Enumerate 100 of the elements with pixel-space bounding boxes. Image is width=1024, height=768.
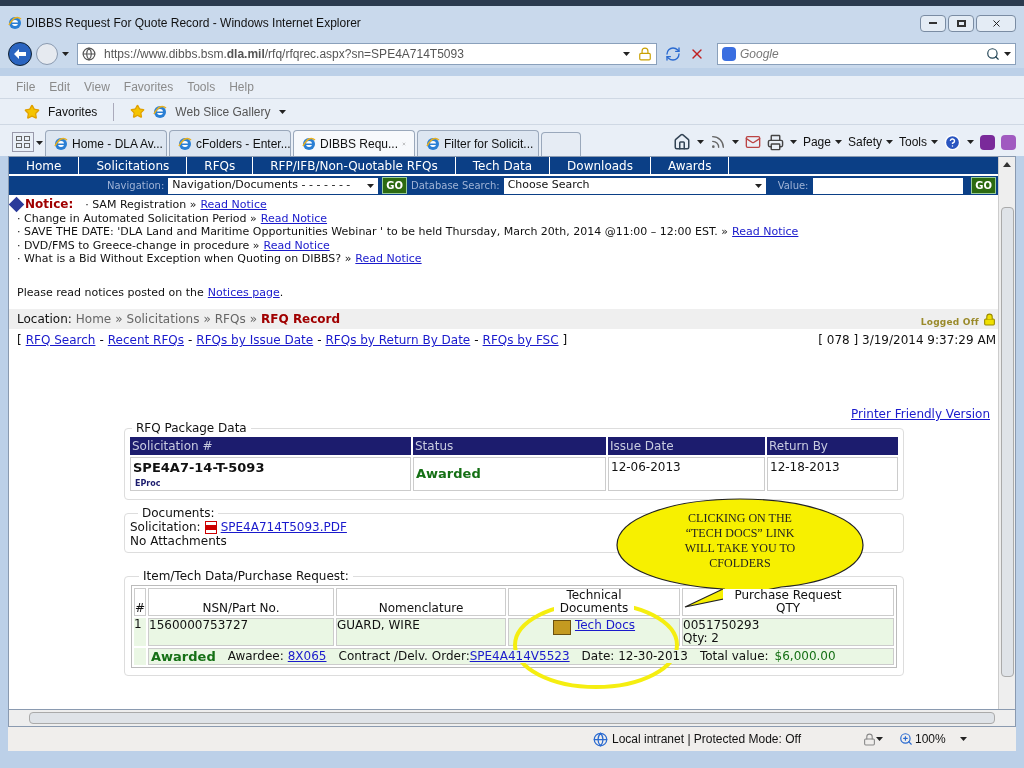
site-nav-tab[interactable]: RFP/IFB/Non-Quotable RFQs <box>253 157 456 174</box>
minimize-button[interactable] <box>920 14 946 32</box>
site-nav-tab[interactable]: RFQs <box>187 157 254 174</box>
search-icon[interactable] <box>986 47 1000 61</box>
purchase-request-number: 0051750293 <box>683 619 760 632</box>
command-menu[interactable]: Page <box>802 133 842 151</box>
globe-e-icon <box>302 136 316 151</box>
back-arrow-icon <box>14 49 26 59</box>
mail-icon[interactable] <box>744 134 761 150</box>
database-search-select[interactable]: Choose Search <box>503 177 766 194</box>
favorites-button[interactable]: Favorites <box>48 102 98 121</box>
read-notice-link[interactable]: Read Notice <box>355 252 422 266</box>
site-nav-tab[interactable]: Tech Data <box>455 157 551 174</box>
quick-link[interactable]: RFQs by Issue Date <box>196 331 314 349</box>
awardee-link[interactable]: 8X065 <box>287 650 327 663</box>
return-by-date: 12-18-2013 <box>770 460 840 474</box>
refresh-icon[interactable] <box>665 46 681 62</box>
command-menu[interactable]: Safety <box>847 133 893 151</box>
caret-icon <box>931 140 938 144</box>
help-icon[interactable] <box>944 133 961 151</box>
award-date: Date: 12-30-2013 <box>581 650 688 663</box>
tech-docs-link[interactable]: Tech Docs <box>574 619 636 632</box>
caret-icon <box>367 183 375 188</box>
browser-tab[interactable]: Filter for Solicit... <box>417 130 539 156</box>
home-icon[interactable] <box>672 133 691 151</box>
unlocked-icon <box>983 313 996 326</box>
vertical-scrollbar[interactable] <box>998 157 1015 709</box>
site-nav-tab[interactable]: Downloads <box>550 157 651 174</box>
read-notice-link[interactable]: Read Notice <box>732 225 799 239</box>
zoom-level[interactable]: 100% <box>915 730 946 748</box>
column-header: Return By <box>767 437 898 455</box>
row-number: 1 <box>134 617 142 631</box>
read-notice-link[interactable]: Read Notice <box>263 238 330 252</box>
go-button[interactable]: GO <box>971 177 996 194</box>
notice-text: · Change in Automated Solicitation Period » <box>17 211 257 225</box>
caret-icon <box>789 140 797 144</box>
lock-icon <box>638 47 652 61</box>
back-button[interactable] <box>8 42 32 66</box>
note-icon[interactable] <box>1001 134 1016 150</box>
site-nav-tab[interactable]: Awards <box>650 157 730 174</box>
command-menu[interactable]: Tools <box>899 133 938 151</box>
value-field[interactable] <box>812 177 963 194</box>
address-field[interactable]: https://www.dibbs.bsm.dla.mil/rfq/rfqrec.aspx?sn=SPE4A714T5093 <box>77 43 657 65</box>
go-button[interactable]: GO <box>382 177 408 194</box>
history-caret-icon <box>62 52 69 56</box>
quick-link[interactable]: RFQ Search <box>25 331 96 349</box>
quick-link[interactable]: RFQs by Return By Date <box>325 331 471 349</box>
maximize-button[interactable] <box>948 14 974 32</box>
documents-icon <box>552 620 571 635</box>
contract-link[interactable]: SPE4A414V5523 <box>469 650 570 663</box>
breadcrumb-link[interactable]: Solicitations <box>126 310 200 328</box>
column-header: NSN/Part No. <box>202 602 280 615</box>
horizontal-scrollbar[interactable] <box>8 710 1016 727</box>
attachments-text: No Attachments <box>130 534 227 548</box>
printer-friendly-link[interactable]: Printer Friendly Version <box>851 405 990 423</box>
read-notice-link[interactable]: Read Notice <box>260 211 328 225</box>
pdf-link[interactable]: SPE4A714T5093.PDF <box>220 520 347 534</box>
eproc-tag: EProc <box>135 477 408 490</box>
zone-status: Local intranet | Protected Mode: Off <box>612 731 801 748</box>
quick-link[interactable]: RFQs by FSC <box>482 331 559 349</box>
globe-e-icon <box>153 104 168 119</box>
caret-icon <box>731 140 739 144</box>
table-cell <box>134 648 146 665</box>
column-header: Nomenclature <box>378 602 464 615</box>
notices-page-link[interactable]: Notices page <box>207 284 280 301</box>
notice-text: · What is a Bid Without Exception when Quoting on DIBBS? » <box>17 252 352 266</box>
read-notice-link[interactable]: Read Notice <box>200 198 267 212</box>
breadcrumb-link[interactable]: RFQs <box>214 310 246 328</box>
search-field[interactable]: Google <box>717 43 1016 65</box>
browser-tab[interactable]: cFolders - Enter... <box>169 130 291 156</box>
breadcrumb-link[interactable]: Home <box>75 310 112 328</box>
database-search-label: Database Search: <box>411 179 500 193</box>
tab-list-button[interactable] <box>12 132 34 152</box>
breadcrumb-separator: » <box>249 311 258 328</box>
dash-text: - <box>99 332 104 349</box>
dash-text: - <box>188 332 193 349</box>
close-icon <box>990 17 1002 29</box>
site-nav-tab[interactable]: Solicitations <box>79 157 188 174</box>
callout-text: CLICKING ON THE “TECH DOCS” LINK WILL TAKE YOU TO CFOLDERS <box>683 511 797 571</box>
breadcrumb-separator: » <box>115 311 123 328</box>
navigation-select[interactable]: Navigation/Documents - - - - - - - <box>168 177 379 194</box>
web-slice-gallery-link[interactable]: Web Slice Gallery <box>175 102 271 121</box>
site-nav-tab[interactable]: Home <box>9 157 80 174</box>
browser-tab[interactable]: Home - DLA Av... <box>45 130 167 156</box>
dash-text: - <box>317 332 322 349</box>
print-icon[interactable] <box>766 133 784 151</box>
panel-title: Item/Tech Data/Purchase Request: <box>142 568 350 585</box>
notices-text: Please read notices posted on the <box>17 284 204 301</box>
browser-tab[interactable]: DIBBS Requ... <box>293 130 415 156</box>
scroll-up-icon[interactable] <box>1003 162 1011 167</box>
caret-icon <box>1004 52 1011 56</box>
quick-link[interactable]: Recent RFQs <box>107 331 184 349</box>
feeds-icon[interactable] <box>709 134 726 150</box>
protected-mode-icon[interactable] <box>863 732 876 746</box>
nomenclature-text: GUARD, WIRE <box>337 618 420 632</box>
note-icon[interactable] <box>980 134 995 150</box>
star-icon <box>24 103 40 120</box>
caret-icon <box>876 737 883 741</box>
column-header: # <box>134 602 146 615</box>
globe-e-icon <box>8 16 22 30</box>
